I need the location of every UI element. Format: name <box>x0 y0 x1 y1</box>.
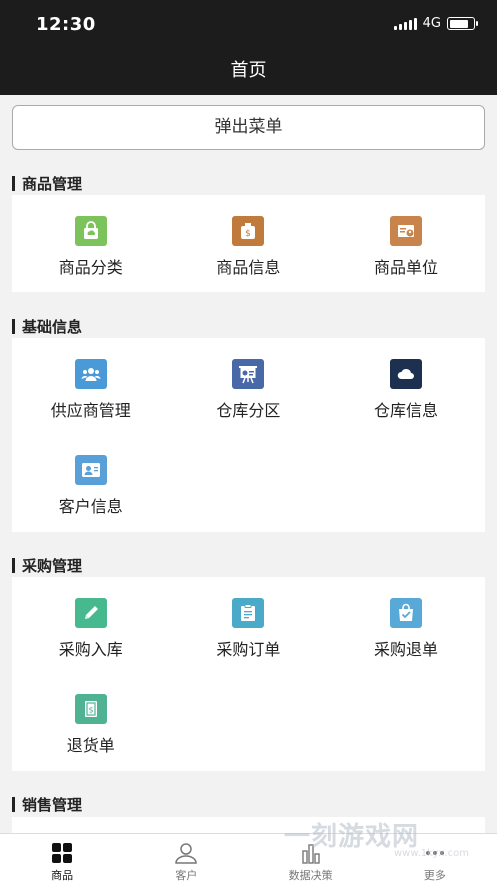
menu-item-goods-unit[interactable]: 商品单位 <box>327 195 485 291</box>
cloud-icon <box>389 359 422 389</box>
page-title: 首页 <box>230 60 267 81</box>
menu-item-label: 商品信息 <box>216 258 281 277</box>
tab-data-decision[interactable]: 数据决策 <box>249 834 373 883</box>
status-indicators: 4G <box>393 16 478 31</box>
section-card-goods: 商品分类 $ 商品信息 商品单位 <box>12 195 485 292</box>
menu-item-label: 商品单位 <box>373 258 438 277</box>
bar-chart-icon <box>301 844 320 864</box>
section-title-sales: 销售管理 <box>12 794 82 815</box>
tab-goods[interactable]: 商品 <box>0 834 124 883</box>
menu-item-label: 仓库信息 <box>373 401 438 420</box>
menu-item-warehouse-info[interactable]: 仓库信息 <box>327 338 485 434</box>
id-card-icon <box>389 216 422 246</box>
menu-item-label: 客户信息 <box>58 497 123 516</box>
menu-item-supplier-management[interactable]: 供应商管理 <box>12 338 170 434</box>
money-bag-icon: $ <box>232 216 265 246</box>
bag-icon <box>74 216 107 246</box>
tab-label: 商品 <box>51 869 74 882</box>
svg-text:$: $ <box>88 706 93 715</box>
contact-card-icon <box>74 455 107 485</box>
menu-item-label: 采购订单 <box>216 640 281 659</box>
menu-item-return-slip[interactable]: $ 退货单 <box>12 673 170 769</box>
section-title-basic-info: 基础信息 <box>12 316 82 337</box>
tab-more[interactable]: 更多 <box>373 834 497 883</box>
menu-item-label: 退货单 <box>66 736 115 755</box>
presentation-board-icon <box>232 359 265 389</box>
person-icon <box>175 843 198 864</box>
menu-item-label: 采购退单 <box>373 640 438 659</box>
section-title-goods: 商品管理 <box>12 173 82 194</box>
status-time: 12:30 <box>36 14 96 35</box>
tab-label: 客户 <box>175 869 198 882</box>
menu-item-label: 采购入库 <box>58 640 123 659</box>
menu-item-goods-category[interactable]: 商品分类 <box>12 195 170 291</box>
people-group-icon <box>74 359 107 389</box>
checked-bag-icon <box>389 598 422 628</box>
battery-level <box>449 19 468 28</box>
menu-item-purchase-inbound[interactable]: 采购入库 <box>12 577 170 673</box>
menu-item-label: 供应商管理 <box>50 401 131 420</box>
menu-item-warehouse-zone[interactable]: 仓库分区 <box>170 338 328 434</box>
tab-label: 数据决策 <box>288 869 333 882</box>
pencil-icon <box>74 598 107 628</box>
tab-label: 更多 <box>423 869 446 882</box>
more-dots-icon <box>425 851 444 855</box>
menu-item-label: 仓库分区 <box>216 401 281 420</box>
section-card-sales <box>12 817 485 833</box>
nav-bar: 首页 <box>0 50 497 95</box>
clipboard-icon <box>232 598 265 628</box>
battery-icon <box>447 17 478 30</box>
menu-item-goods-info[interactable]: $ 商品信息 <box>170 195 328 291</box>
menu-item-purchase-return[interactable]: 采购退单 <box>327 577 485 673</box>
main-content[interactable]: 弹出菜单 商品管理 商品分类 $ 商品信息 商品单位 基础信息 供应商管理 仓库… <box>0 95 497 833</box>
section-card-purchase: 采购入库 采购订单 采购退单 $ 退货单 <box>12 577 485 771</box>
network-type: 4G <box>422 16 441 31</box>
popup-menu-button[interactable]: 弹出菜单 <box>12 105 485 150</box>
grid-icon <box>52 843 73 863</box>
receipt-icon: $ <box>74 694 107 724</box>
svg-text:$: $ <box>246 229 252 239</box>
section-title-purchase: 采购管理 <box>12 555 82 576</box>
signal-icon <box>393 17 417 30</box>
menu-item-purchase-order[interactable]: 采购订单 <box>170 577 328 673</box>
menu-item-customer-info[interactable]: 客户信息 <box>12 434 170 530</box>
tab-bar: 商品 客户 数据决策 更多 <box>0 833 497 883</box>
status-bar: 12:30 4G <box>0 0 497 50</box>
tab-customer[interactable]: 客户 <box>124 834 248 883</box>
section-card-basic-info: 供应商管理 仓库分区 仓库信息 客户信息 <box>12 338 485 532</box>
menu-item-label: 商品分类 <box>58 258 123 277</box>
